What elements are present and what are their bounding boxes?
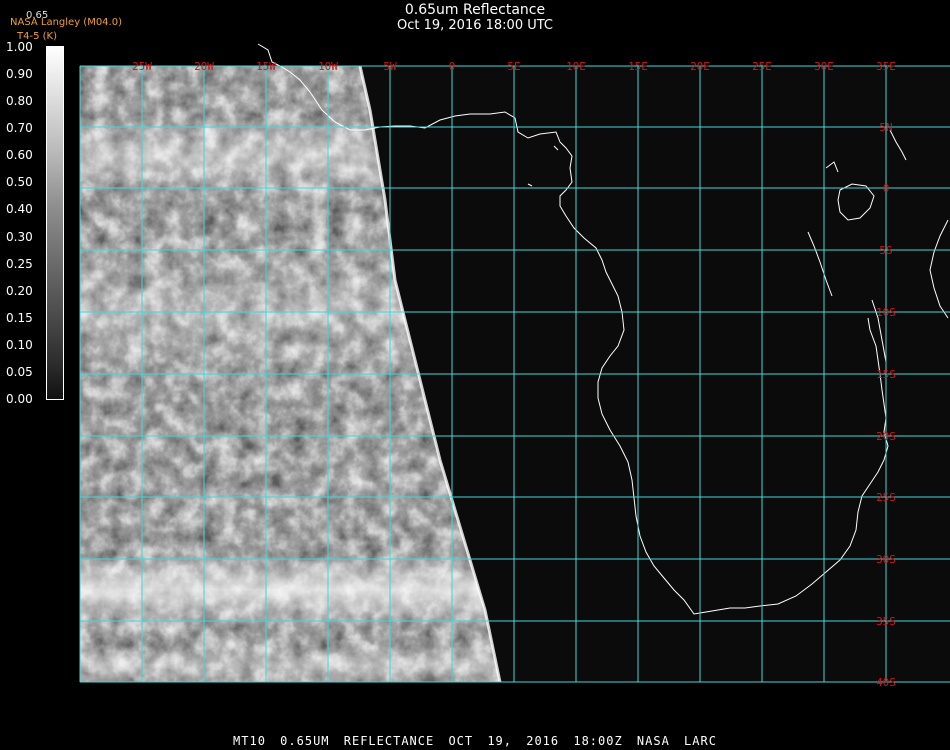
longitude-label: 15E	[628, 60, 648, 73]
satellite-map: 25W 20W 15W 10W 5W 0 5E 10E 15E 20E 25E 30E 35E 5N 0 5S…	[79, 43, 950, 689]
latitude-label: 5S	[879, 244, 892, 257]
longitude-label: 35E	[876, 60, 896, 73]
latitude-label: 5N	[879, 121, 892, 134]
longitude-label: 0	[449, 60, 456, 73]
footer-caption: MT10 0.65UM REFLECTANCE OCT 19, 2016 18:…	[233, 734, 717, 748]
latitude-label: 20S	[876, 430, 896, 443]
latitude-label: 0	[883, 182, 890, 195]
longitude-label: 25E	[752, 60, 772, 73]
longitude-label: 5W	[383, 60, 397, 73]
longitude-label: 10E	[566, 60, 586, 73]
longitude-label: 30E	[814, 60, 834, 73]
longitude-label: 20E	[690, 60, 710, 73]
longitude-label: 25W	[132, 60, 152, 73]
latitude-label: 10S	[876, 306, 896, 319]
latitude-label: 40S	[876, 676, 896, 689]
longitude-label: 20W	[194, 60, 214, 73]
latitude-label: 30S	[876, 553, 896, 566]
longitude-label: 15W	[256, 60, 276, 73]
latitude-label: 15S	[876, 368, 896, 381]
longitude-label: 10W	[318, 60, 338, 73]
latitude-label: 35S	[876, 615, 896, 628]
longitude-label: 5E	[507, 60, 520, 73]
latitude-label: 25S	[876, 491, 896, 504]
